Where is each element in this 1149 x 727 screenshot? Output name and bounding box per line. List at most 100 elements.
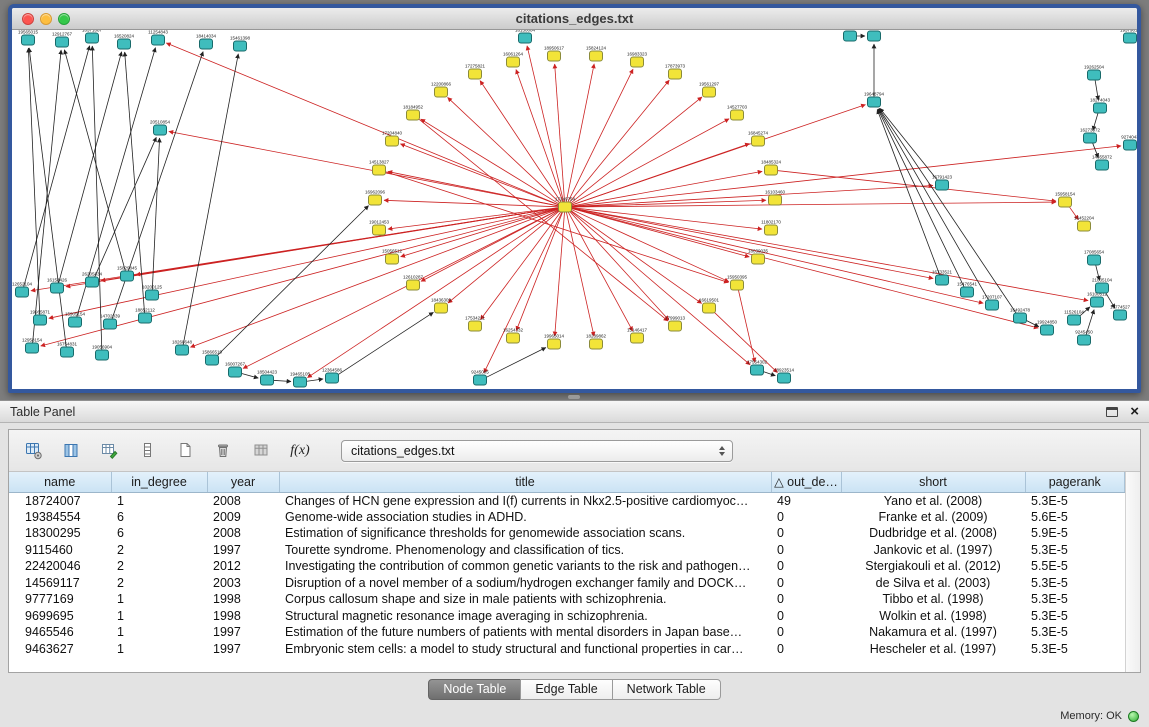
graph-node[interactable]: 12200866: [431, 82, 452, 98]
table-row[interactable]: 977716911998Corpus callosum shape and si…: [9, 591, 1125, 608]
graph-node[interactable]: 17534211: [465, 316, 485, 332]
delete-table-button[interactable]: [211, 438, 237, 464]
graph-edge[interactable]: [421, 119, 560, 204]
graph-node[interactable]: 15950395: [727, 275, 748, 291]
graph-node[interactable]: 18852112: [135, 308, 155, 324]
graph-node[interactable]: 19965014: [544, 334, 565, 350]
graph-edge[interactable]: [570, 209, 728, 282]
tab-network-table[interactable]: Network Table: [612, 679, 721, 700]
network-selector[interactable]: citations_edges.txt: [341, 440, 733, 462]
column-header-title[interactable]: title: [279, 472, 771, 492]
table-row[interactable]: 1872400712008Changes of HCN gene express…: [9, 492, 1125, 509]
graph-node[interactable]: 21035104: [1092, 278, 1113, 294]
table-row[interactable]: 2242004622012Investigating the contribut…: [9, 558, 1125, 575]
graph-edge[interactable]: [568, 211, 633, 331]
zoom-button[interactable]: [58, 13, 70, 25]
table-settings-button[interactable]: [21, 438, 47, 464]
table-row[interactable]: 1456911722003Disruption of a novel membe…: [9, 575, 1125, 592]
graph-node[interactable]: 11802170: [761, 220, 781, 236]
graph-node[interactable]: 9245450: [1075, 330, 1093, 346]
column-header-out_degree[interactable]: △ out_de…: [771, 472, 841, 492]
graph-node[interactable]: 12610287: [403, 275, 424, 291]
graph-node[interactable]: 9245005: [471, 370, 489, 386]
graph-edge[interactable]: [880, 108, 938, 181]
table-row[interactable]: 969969511998Structural magnetic resonanc…: [9, 608, 1125, 625]
graph-edge[interactable]: [59, 52, 122, 283]
graph-node[interactable]: 15056512: [382, 249, 403, 265]
import-table-button[interactable]: [249, 438, 275, 464]
column-header-pagerank[interactable]: pagerank: [1025, 472, 1125, 492]
graph-node[interactable]: 12364586: [322, 368, 343, 384]
table-row[interactable]: 1830029562008Estimation of significance …: [9, 525, 1125, 542]
graph-edge[interactable]: [216, 206, 368, 357]
graph-edge[interactable]: [568, 69, 633, 202]
graph-edge[interactable]: [878, 109, 964, 287]
graph-node[interactable]: 17085654: [1084, 250, 1105, 266]
graph-edge[interactable]: [566, 212, 594, 336]
graph-edge[interactable]: [33, 50, 62, 343]
network-window[interactable]: citations_edges.txt 17249754161034601180…: [8, 4, 1141, 393]
graph-node[interactable]: 12754502: [864, 30, 885, 41]
graph-node[interactable]: 17999013: [665, 316, 686, 332]
graph-node[interactable]: 16452204: [1074, 216, 1095, 232]
network-canvas-svg[interactable]: 1724975416103460118021701803903515950395…: [12, 30, 1137, 388]
graph-edge[interactable]: [64, 50, 125, 271]
graph-edge[interactable]: [152, 138, 159, 290]
table-vertical-scrollbar[interactable]: [1125, 472, 1140, 672]
new-table-button[interactable]: [173, 438, 199, 464]
graph-node[interactable]: 16103460: [765, 190, 786, 206]
table-row[interactable]: 911546021997Tourette syndrome. Phenomeno…: [9, 542, 1125, 559]
graph-node[interactable]: 19965871: [30, 310, 51, 326]
graph-edge[interactable]: [400, 144, 559, 205]
graph-node[interactable]: 19012453: [369, 220, 390, 236]
graph-node[interactable]: 14527703: [727, 105, 748, 121]
graph-edge[interactable]: [169, 131, 559, 206]
graph-node[interactable]: 11254843: [148, 30, 168, 45]
graph-edge[interactable]: [516, 70, 563, 203]
graph-edge[interactable]: [738, 290, 755, 362]
graph-node[interactable]: 12912767: [52, 32, 73, 48]
column-header-year[interactable]: year: [207, 472, 279, 492]
graph-edge[interactable]: [273, 380, 291, 381]
graph-node[interactable]: 18485324: [761, 160, 782, 176]
graph-node[interactable]: 16254332: [503, 328, 524, 344]
minimize-button[interactable]: [40, 13, 52, 25]
graph-node[interactable]: 16791423: [932, 175, 953, 191]
graph-edge[interactable]: [516, 212, 562, 331]
graph-edge[interactable]: [571, 208, 933, 279]
graph-edge[interactable]: [569, 80, 669, 203]
graph-node[interactable]: 16619501: [699, 298, 720, 314]
graph-node[interactable]: 14702039: [100, 314, 121, 330]
graph-edge[interactable]: [571, 208, 762, 230]
graph-edge[interactable]: [571, 146, 1121, 207]
graph-node[interactable]: 18039035: [748, 249, 769, 265]
graph-node[interactable]: 16100512: [1087, 292, 1108, 308]
graph-node[interactable]: 16061264: [503, 52, 524, 68]
graph-node[interactable]: 12652104: [12, 282, 33, 298]
window-titlebar[interactable]: citations_edges.txt: [12, 8, 1137, 30]
graph-node[interactable]: 18239862: [586, 334, 607, 350]
graph-node[interactable]: 18923514: [774, 368, 795, 384]
graph-node[interactable]: 17275821: [465, 64, 486, 80]
graph-node[interactable]: 15958154: [1055, 192, 1076, 208]
graph-node[interactable]: 16520824: [114, 34, 135, 50]
graph-node[interactable]: 15461398: [230, 36, 251, 52]
graph-node[interactable]: 19465105: [290, 372, 311, 388]
function-builder-button[interactable]: f(x): [287, 438, 313, 464]
graph-node[interactable]: 19648794: [864, 92, 885, 108]
graph-edge[interactable]: [570, 210, 702, 304]
graph-edge[interactable]: [571, 208, 1038, 328]
graph-node[interactable]: 19924850: [1037, 320, 1058, 336]
graph-edge[interactable]: [571, 208, 750, 257]
graph-node[interactable]: 18268648: [172, 340, 193, 356]
graph-node[interactable]: 18274043: [1090, 98, 1111, 114]
graph-node[interactable]: 19056904: [92, 345, 113, 361]
graph-node[interactable]: 11526104: [1064, 310, 1084, 326]
graph-node[interactable]: 9274043: [1121, 135, 1137, 151]
graph-edge[interactable]: [49, 208, 559, 318]
graph-edge[interactable]: [241, 373, 258, 378]
graph-node[interactable]: 17873973: [665, 64, 686, 80]
column-header-in_degree[interactable]: in_degree: [111, 472, 207, 492]
graph-node[interactable]: 12958154: [22, 338, 43, 354]
tab-node-table[interactable]: Node Table: [428, 679, 521, 700]
